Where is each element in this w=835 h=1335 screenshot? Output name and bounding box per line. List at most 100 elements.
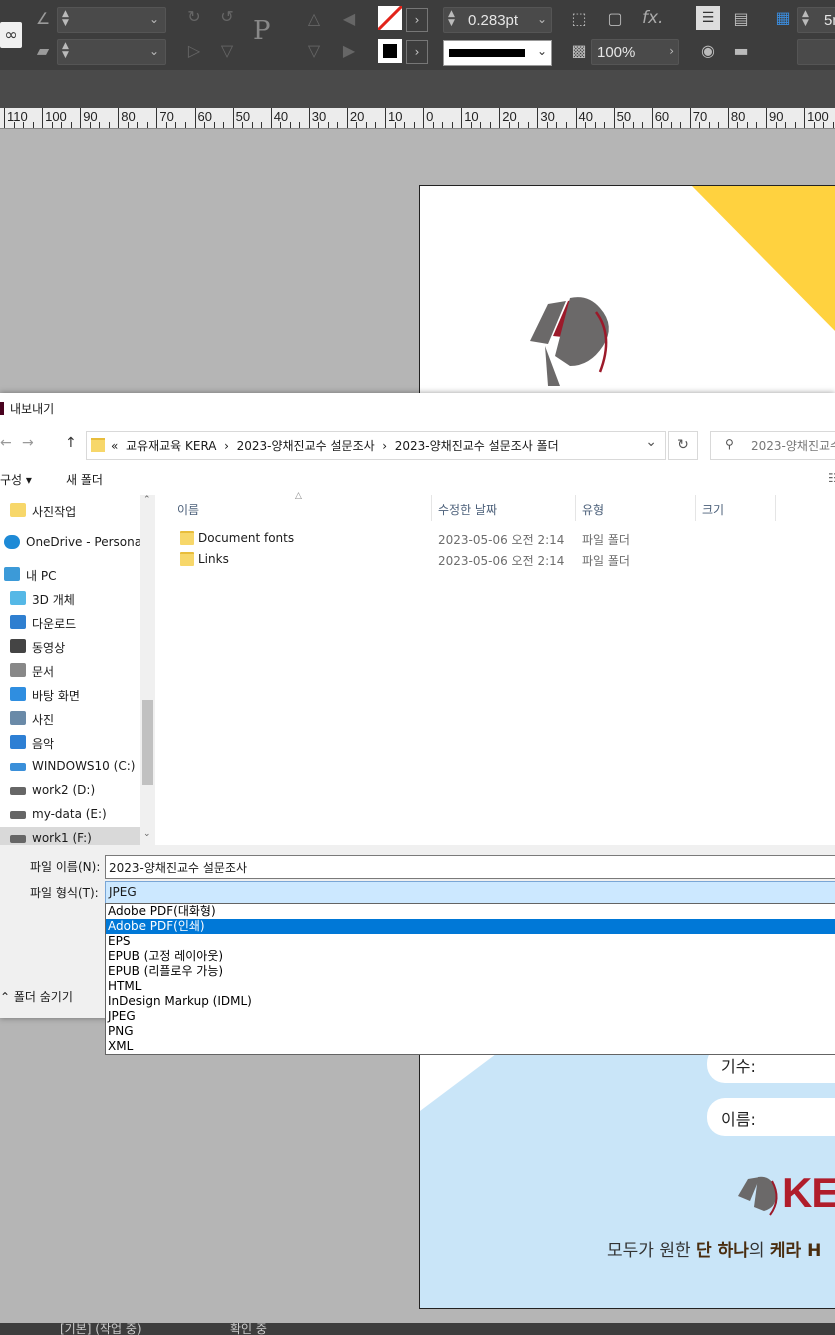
column-header-modified[interactable]: 수정한 날짜 bbox=[438, 501, 497, 518]
fx-button[interactable]: fx. bbox=[642, 8, 663, 28]
rotate-cw-icon[interactable]: ↻ bbox=[183, 8, 205, 26]
select-next-icon[interactable]: ▶ bbox=[338, 42, 360, 60]
breadcrumb-item[interactable]: 2023-양채진교수 설문조사 폴더 bbox=[395, 439, 559, 453]
link-icon[interactable]: ∞ bbox=[0, 22, 22, 48]
flip-vertical-icon[interactable]: ▽ bbox=[216, 42, 238, 60]
ruler-minor-tick bbox=[23, 122, 25, 128]
breadcrumb-item[interactable]: 2023-양채진교수 설문조사 bbox=[237, 439, 375, 453]
sidebar-item[interactable]: 사진 bbox=[0, 707, 140, 731]
filetype-option[interactable]: HTML bbox=[106, 979, 835, 994]
text-wrap-shape-icon[interactable]: ◉ bbox=[697, 42, 719, 60]
breadcrumb-overflow[interactable]: « bbox=[111, 439, 118, 453]
column-header-type[interactable]: 유형 bbox=[582, 501, 604, 518]
sidebar-item[interactable]: 사진작업 bbox=[0, 499, 140, 523]
view-options-icon[interactable]: ☷ bbox=[828, 471, 835, 485]
text-wrap-none-icon[interactable]: ☰ bbox=[696, 6, 720, 30]
sidebar-item[interactable]: OneDrive - Personal bbox=[0, 531, 145, 555]
select-container-icon[interactable]: △ bbox=[303, 10, 325, 28]
filetype-option[interactable]: EPUB (고정 레이아웃) bbox=[106, 949, 835, 964]
ruler-minor-tick bbox=[508, 122, 510, 128]
sidebar-item[interactable]: 음악 bbox=[0, 731, 140, 755]
gutter-field[interactable] bbox=[797, 39, 835, 65]
sidebar-item[interactable]: 다운로드 bbox=[0, 611, 140, 635]
brand-wordmark: KE bbox=[782, 1169, 835, 1216]
fill-none-swatch[interactable] bbox=[378, 6, 402, 30]
ruler-minor-tick bbox=[32, 122, 34, 128]
opacity-field[interactable]: 100% › bbox=[591, 39, 679, 65]
column-header-name[interactable]: 이름 bbox=[177, 501, 199, 518]
nav-scrollbar[interactable]: ⌃ ⌄ bbox=[140, 495, 155, 845]
ruler-minor-tick bbox=[108, 122, 110, 128]
stroke-swatch[interactable] bbox=[378, 39, 402, 63]
sidebar-item[interactable]: work1 (F:) bbox=[0, 827, 140, 845]
shear-angle-field[interactable]: ▲ ▼ ⌄ bbox=[57, 39, 166, 65]
filetype-option[interactable]: EPUB (리플로우 가능) bbox=[106, 964, 835, 979]
select-content-icon[interactable]: ▽ bbox=[303, 42, 325, 60]
shadow-frame-icon[interactable]: ▢ bbox=[604, 10, 626, 28]
column-header-size[interactable]: 크기 bbox=[702, 501, 724, 518]
filetype-option[interactable]: JPEG bbox=[106, 1009, 835, 1024]
preflight-status[interactable]: 확인 중 bbox=[230, 1323, 267, 1335]
filetype-option[interactable]: InDesign Markup (IDML) bbox=[106, 994, 835, 1009]
ruler-minor-tick bbox=[708, 122, 710, 128]
filetype-option[interactable]: EPS bbox=[106, 934, 835, 949]
rotate-ccw-icon[interactable]: ↺ bbox=[216, 8, 238, 26]
chevron-down-icon[interactable]: ⌄ bbox=[645, 434, 657, 450]
ruler-minor-tick bbox=[623, 122, 625, 128]
flip-horizontal-icon[interactable]: ▷ bbox=[183, 42, 205, 60]
stroke-weight-field[interactable]: ▲ ▼ 0.283pt ⌄ bbox=[443, 7, 552, 33]
breadcrumb-separator[interactable]: › bbox=[224, 439, 229, 453]
filetype-option[interactable]: Adobe PDF(인쇄) bbox=[106, 919, 835, 934]
column-field[interactable]: ▲▼5m bbox=[797, 7, 835, 33]
sidebar-item-label: 내 PC bbox=[26, 569, 57, 583]
back-arrow-icon[interactable]: ← bbox=[0, 435, 12, 451]
hide-folders-label: 폴더 숨기기 bbox=[13, 990, 73, 1004]
search-box[interactable]: ⚲ 2023-양채진교수 bbox=[710, 431, 835, 460]
filetype-option[interactable]: Adobe PDF(대화형) bbox=[106, 904, 835, 919]
rotate-angle-field[interactable]: ▲ ▼ ⌄ bbox=[57, 7, 166, 33]
new-folder-button[interactable]: 새 폴더 bbox=[66, 471, 103, 488]
filetype-option[interactable]: PNG bbox=[106, 1024, 835, 1039]
filetype-select[interactable]: JPEG bbox=[105, 881, 835, 905]
ruler-minor-tick bbox=[823, 122, 825, 128]
sidebar-item[interactable]: 동영상 bbox=[0, 635, 140, 659]
stroke-type-select[interactable]: ⌄ bbox=[443, 40, 552, 66]
scroll-up-icon[interactable]: ⌃ bbox=[143, 495, 151, 505]
dialog-titlebar: 내보내기 bbox=[0, 393, 835, 423]
scroll-thumb[interactable] bbox=[142, 700, 153, 785]
auto-fit-icon[interactable]: ▦ bbox=[772, 9, 794, 27]
frame-fitting-icon[interactable]: ⬚ bbox=[568, 10, 590, 28]
ruler-minor-tick bbox=[318, 122, 320, 128]
paragraph-p-icon[interactable]: P bbox=[253, 16, 271, 46]
sidebar-item[interactable]: 3D 개체 bbox=[0, 587, 140, 611]
breadcrumb-item[interactable]: 교유재교육 KERA bbox=[126, 439, 217, 453]
sidebar-item[interactable]: my-data (E:) bbox=[0, 803, 140, 827]
onedrive-cloud-icon bbox=[4, 535, 20, 549]
ruler-minor-tick bbox=[756, 122, 758, 128]
sync-folder-icon bbox=[10, 503, 26, 517]
hide-folders-toggle[interactable]: ⌃ 폴더 숨기기 bbox=[0, 988, 73, 1005]
style-status[interactable]: [기본] (작업 중) bbox=[60, 1323, 142, 1335]
organize-button[interactable]: 구성 ▾ bbox=[0, 471, 32, 488]
address-bar[interactable]: « 교유재교육 KERA › 2023-양채진교수 설문조사 › 2023-양채… bbox=[86, 431, 666, 460]
sidebar-item[interactable]: 바탕 화면 bbox=[0, 683, 140, 707]
refresh-icon[interactable]: ↻ bbox=[668, 431, 698, 460]
fill-menu-button[interactable]: › bbox=[406, 8, 428, 32]
scroll-down-icon[interactable]: ⌄ bbox=[143, 829, 151, 839]
breadcrumb-separator[interactable]: › bbox=[382, 439, 387, 453]
file-row[interactable]: Document fonts 2023-05-06 오전 2:14 파일 폴더 bbox=[155, 528, 835, 549]
sidebar-item[interactable]: 문서 bbox=[0, 659, 140, 683]
filename-input[interactable]: 2023-양채진교수 설문조사 bbox=[105, 855, 835, 879]
stroke-menu-button[interactable]: › bbox=[406, 40, 428, 64]
ruler-minor-tick bbox=[184, 122, 186, 128]
select-previous-icon[interactable]: ◀ bbox=[338, 10, 360, 28]
sidebar-item[interactable]: work2 (D:) bbox=[0, 779, 140, 803]
text-wrap-jump-icon[interactable]: ▬ bbox=[730, 42, 752, 60]
sidebar-item[interactable]: 내 PC bbox=[0, 563, 140, 587]
filetype-option[interactable]: XML bbox=[106, 1039, 835, 1054]
forward-arrow-icon[interactable]: → bbox=[22, 435, 34, 451]
up-arrow-icon[interactable]: ↑ bbox=[65, 435, 77, 451]
file-row[interactable]: Links 2023-05-06 오전 2:14 파일 폴더 bbox=[155, 549, 835, 570]
text-wrap-bbox-icon[interactable]: ▤ bbox=[730, 10, 752, 28]
sidebar-item[interactable]: WINDOWS10 (C:) bbox=[0, 755, 140, 779]
